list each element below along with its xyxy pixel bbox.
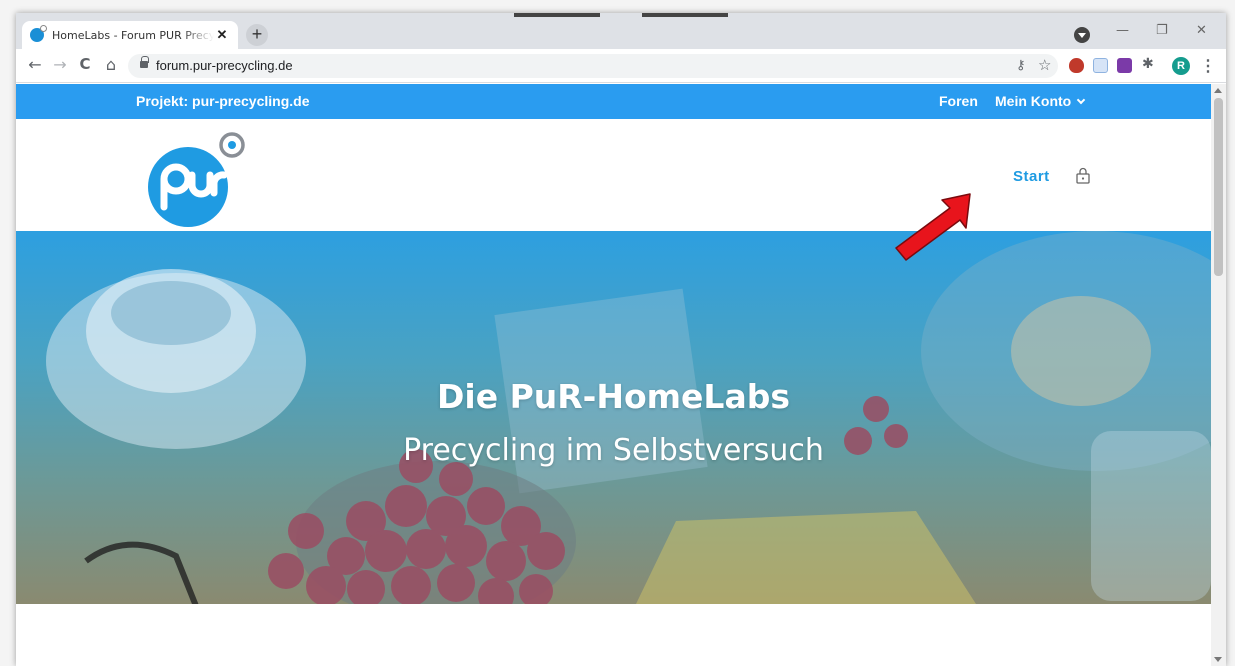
site-top-bar: Projekt: pur-precycling.de Foren Mein Ko… [16, 84, 1211, 119]
pur-logo[interactable] [144, 131, 248, 227]
window-edge-bar [642, 13, 728, 17]
bookmark-star-icon[interactable]: ☆ [1038, 56, 1051, 74]
browser-toolbar: ← → C ⌂ forum.pur-precycling.de ⚷ ☆ ✱ R … [16, 49, 1226, 83]
key-icon[interactable]: ⚷ [1016, 58, 1026, 73]
hero-title: Die PuR-HomeLabs [437, 377, 790, 416]
mein-konto-label: Mein Konto [995, 93, 1072, 109]
back-button[interactable]: ← [24, 55, 46, 74]
lock-icon[interactable] [1074, 166, 1092, 184]
hero-subtitle: Precycling im Selbstversuch [403, 433, 824, 468]
browser-window: HomeLabs - Forum PUR Precycling ✕ + — ❐ … [16, 13, 1226, 666]
url-text[interactable]: forum.pur-precycling.de [156, 58, 293, 73]
close-window-button[interactable]: ✕ [1196, 23, 1207, 38]
forward-button[interactable]: → [49, 55, 71, 74]
window-edge-bar [514, 13, 600, 17]
project-link[interactable]: Projekt: pur-precycling.de [136, 93, 309, 109]
browser-tab[interactable]: HomeLabs - Forum PUR Precycling ✕ [22, 21, 238, 49]
profile-avatar[interactable]: R [1172, 57, 1190, 75]
address-bar[interactable]: forum.pur-precycling.de ⚷ ☆ [128, 54, 1058, 78]
minimize-button[interactable]: — [1116, 23, 1129, 38]
red-arrow-annotation [895, 193, 971, 261]
page-scrollbar[interactable] [1211, 84, 1226, 666]
hero-background-image [46, 231, 1211, 604]
tab-strip: HomeLabs - Forum PUR Precycling ✕ + — ❐ … [16, 13, 1226, 49]
nav-start-link[interactable]: Start [1013, 168, 1050, 185]
reload-button[interactable]: C [74, 55, 96, 73]
chevron-down-icon [1076, 95, 1086, 105]
browser-menu-icon[interactable]: ⋮ [1200, 56, 1216, 76]
tab-title: HomeLabs - Forum PUR Precycling [52, 28, 214, 42]
home-button[interactable]: ⌂ [100, 55, 122, 74]
tab-close-icon[interactable]: ✕ [214, 27, 230, 43]
extensions-puzzle-icon[interactable]: ✱ [1142, 56, 1157, 72]
ublock-extension-icon[interactable] [1069, 58, 1084, 73]
document-extension-icon[interactable] [1093, 58, 1108, 73]
new-tab-button[interactable]: + [246, 24, 268, 46]
scroll-thumb[interactable] [1214, 98, 1223, 276]
scroll-up-icon[interactable] [1214, 88, 1222, 93]
nav-foren-link[interactable]: Foren [939, 93, 978, 109]
site-favicon-icon [30, 25, 47, 42]
secure-lock-icon [140, 56, 149, 68]
page-viewport: Projekt: pur-precycling.de Foren Mein Ko… [16, 84, 1211, 666]
scroll-down-icon[interactable] [1214, 657, 1222, 662]
site-header: Start [16, 119, 1211, 231]
screenshot-background: HomeLabs - Forum PUR Precycling ✕ + — ❐ … [0, 0, 1235, 666]
nav-mein-konto-dropdown[interactable]: Mein Konto [995, 93, 1086, 109]
tab-search-icon[interactable] [1074, 27, 1090, 43]
onenote-extension-icon[interactable] [1117, 58, 1132, 73]
hero-banner: Die PuR-HomeLabs Precycling im Selbstver… [16, 231, 1211, 604]
restore-button[interactable]: ❐ [1156, 23, 1168, 38]
